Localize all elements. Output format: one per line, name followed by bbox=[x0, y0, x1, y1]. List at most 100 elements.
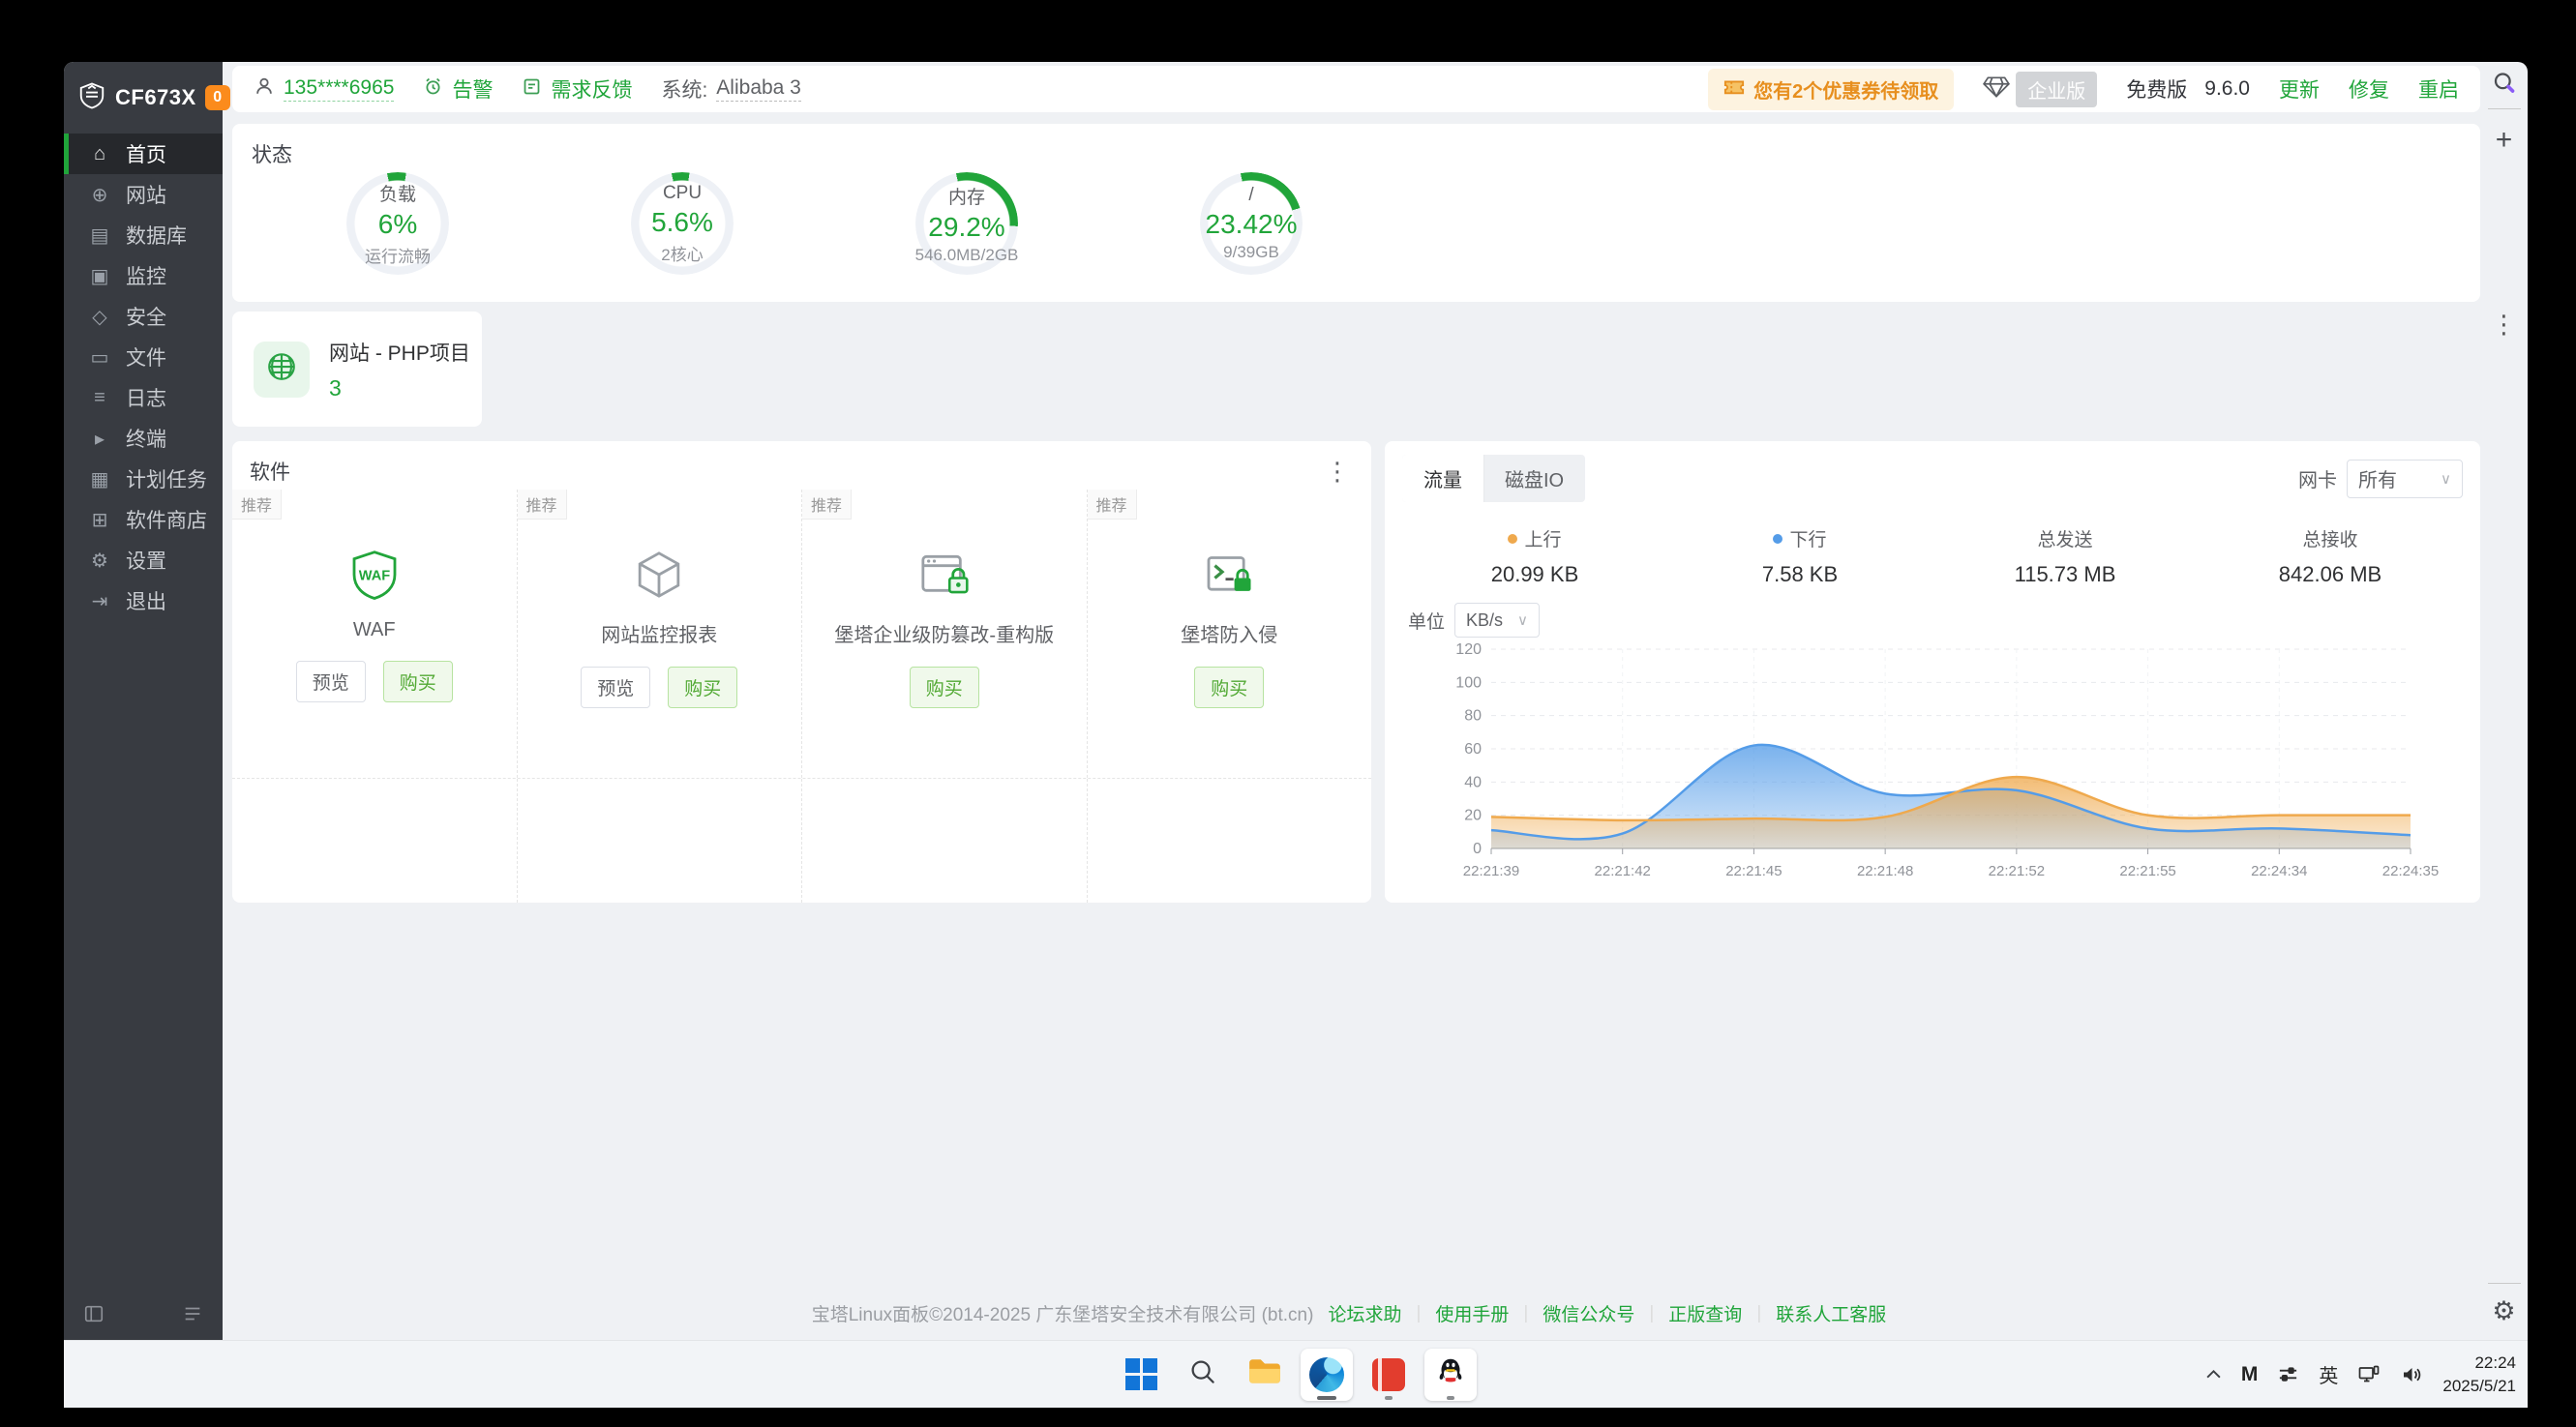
software-item-name: 堡塔企业级防篡改-重构版 bbox=[834, 619, 1054, 647]
site-overview-card[interactable]: 网站 - PHP项目 3 bbox=[232, 312, 482, 427]
user-icon bbox=[254, 75, 275, 103]
sidebar-item-cron[interactable]: ▦计划任务 bbox=[64, 459, 223, 499]
sidebar-item-home[interactable]: ⌂首页 bbox=[64, 134, 223, 174]
software-empty-cell bbox=[802, 779, 1088, 903]
buy-button-1[interactable]: 购买 bbox=[668, 667, 737, 708]
footer-link-separator: | bbox=[1523, 1303, 1528, 1324]
gauge-subtext: 546.0MB/2GB bbox=[915, 246, 1019, 265]
nic-select[interactable]: 所有 ∨ bbox=[2347, 460, 2463, 498]
sidebar-item-database[interactable]: ▤数据库 bbox=[64, 215, 223, 255]
logo-text: CF673X bbox=[115, 85, 196, 110]
gauge-text: CPU5.6%2核心 bbox=[631, 172, 734, 275]
sidebar-item-logout[interactable]: ⇥退出 bbox=[64, 580, 223, 621]
footer-links: 论坛求助|使用手册|微信公众号|正版查询|联系人工客服 bbox=[1313, 1300, 1901, 1326]
gauge-text: 内存29.2%546.0MB/2GB bbox=[915, 172, 1018, 275]
software-empty-cell bbox=[1088, 779, 1372, 903]
search-icon bbox=[1188, 1357, 1217, 1391]
add-icon[interactable]: + bbox=[2496, 126, 2513, 155]
edge-browser-button[interactable] bbox=[1301, 1349, 1353, 1401]
network-display-icon[interactable] bbox=[2357, 1363, 2381, 1386]
logo-row[interactable]: CF673X 0 bbox=[64, 62, 223, 134]
sidebar-item-terminal[interactable]: ▸终端 bbox=[64, 418, 223, 459]
svg-text:120: 120 bbox=[1455, 641, 1482, 658]
tab-traffic[interactable]: 流量 bbox=[1402, 455, 1483, 502]
software-item-buttons: 购买 bbox=[910, 667, 979, 708]
sidebar-item-sites[interactable]: ⊕网站 bbox=[64, 174, 223, 215]
tab-disk-io[interactable]: 磁盘IO bbox=[1483, 455, 1585, 502]
site-card-title: 网站 - PHP项目 bbox=[329, 338, 470, 367]
coupon-text: 您有2个优惠券待领取 bbox=[1753, 75, 1938, 104]
update-button[interactable]: 更新 bbox=[2279, 74, 2320, 104]
repair-button[interactable]: 修复 bbox=[2349, 74, 2389, 104]
tray-settings-sliders-icon[interactable] bbox=[2277, 1363, 2299, 1385]
footer-link-2[interactable]: 微信公众号 bbox=[1543, 1300, 1634, 1326]
rail-divider bbox=[2488, 108, 2521, 109]
software-more-icon[interactable]: ⋮ bbox=[1325, 459, 1350, 484]
ime-language-indicator[interactable]: 英 bbox=[2319, 1360, 2338, 1388]
software-item-1[interactable]: 推荐网站监控报表预览购买 bbox=[518, 490, 803, 778]
site-count[interactable]: 3 bbox=[329, 375, 470, 401]
alert-link[interactable]: 告警 bbox=[423, 74, 493, 104]
feedback-link[interactable]: 需求反馈 bbox=[522, 74, 632, 104]
waf-shield-icon: WAF bbox=[347, 544, 402, 606]
recommend-badge: 推荐 bbox=[802, 490, 852, 520]
system-info[interactable]: 系统: Alibaba 3 bbox=[661, 74, 800, 104]
traffic-stats: 上行20.99 KB下行7.58 KB总发送115.73 MB总接收842.06… bbox=[1402, 525, 2463, 587]
sidebar-item-settings[interactable]: ⚙设置 bbox=[64, 540, 223, 580]
gear-icon[interactable]: ⚙ bbox=[2492, 1296, 2515, 1326]
speaker-icon[interactable] bbox=[2400, 1363, 2423, 1386]
taskbar-search-button[interactable] bbox=[1177, 1349, 1229, 1401]
gauge-label: CPU bbox=[663, 183, 702, 204]
coupon-banner[interactable]: 您有2个优惠券待领取 bbox=[1708, 69, 1954, 110]
dashboard-more-icon[interactable]: ⋮ bbox=[2492, 312, 2517, 337]
sidebar-bottom bbox=[64, 1303, 223, 1340]
stat-value: 115.73 MB bbox=[2015, 562, 2116, 587]
sidebar-item-files[interactable]: ▭文件 bbox=[64, 337, 223, 377]
sidebar-collapse-icon[interactable] bbox=[83, 1303, 105, 1324]
software-item-2[interactable]: 推荐堡塔企业级防篡改-重构版购买 bbox=[802, 490, 1088, 778]
stat-label: 总接收 bbox=[2302, 525, 2357, 551]
svg-text:22:24:35: 22:24:35 bbox=[2382, 863, 2439, 879]
sidebar-item-monitor[interactable]: ▣监控 bbox=[64, 255, 223, 296]
edition-badge-group[interactable]: 企业版 bbox=[1983, 72, 2097, 107]
database-icon: ▤ bbox=[87, 223, 112, 248]
software-item-3[interactable]: 推荐堡塔防入侵购买 bbox=[1088, 490, 1372, 778]
tray-m-app-icon[interactable]: M bbox=[2241, 1363, 2259, 1386]
buy-button-3[interactable]: 购买 bbox=[1194, 667, 1264, 708]
sidebar-item-app-store[interactable]: ⊞软件商店 bbox=[64, 499, 223, 540]
red-document-app-button[interactable] bbox=[1363, 1349, 1415, 1401]
sidebar-item-security[interactable]: ◇安全 bbox=[64, 296, 223, 337]
sidebar-item-logs[interactable]: ≡日志 bbox=[64, 377, 223, 418]
unit-row: 单位 KB/s ∨ bbox=[1402, 603, 2463, 638]
edition-label[interactable]: 免费版 bbox=[2126, 74, 2187, 104]
svg-text:22:21:45: 22:21:45 bbox=[1725, 863, 1782, 879]
globe-icon: ⊕ bbox=[87, 183, 112, 207]
buy-button-0[interactable]: 购买 bbox=[383, 661, 453, 702]
restart-button[interactable]: 重启 bbox=[2418, 74, 2459, 104]
user-account[interactable]: 135****6965 bbox=[254, 75, 394, 103]
sidebar-item-label: 计划任务 bbox=[126, 464, 207, 493]
qq-app-button[interactable] bbox=[1424, 1349, 1477, 1401]
globe-icon bbox=[265, 350, 298, 388]
preview-button-0[interactable]: 预览 bbox=[296, 661, 366, 702]
windows-start-button[interactable] bbox=[1115, 1349, 1167, 1401]
nic-label: 网卡 bbox=[2298, 464, 2337, 492]
taskbar-clock[interactable]: 22:24 2025/5/21 bbox=[2442, 1352, 2516, 1398]
buy-button-2[interactable]: 购买 bbox=[910, 667, 979, 708]
footer-link-0[interactable]: 论坛求助 bbox=[1328, 1300, 1401, 1326]
footer-link-3[interactable]: 正版查询 bbox=[1668, 1300, 1742, 1326]
software-item-0[interactable]: 推荐WAFWAF预览购买 bbox=[232, 490, 518, 778]
svg-text:0: 0 bbox=[1473, 841, 1482, 857]
version-number[interactable]: 9.6.0 bbox=[2204, 77, 2250, 101]
gauge-cpu: CPU5.6%2核心 bbox=[600, 172, 764, 275]
footer-link-1[interactable]: 使用手册 bbox=[1435, 1300, 1509, 1326]
preview-button-1[interactable]: 预览 bbox=[581, 667, 650, 708]
system-prefix: 系统: bbox=[661, 74, 707, 104]
file-explorer-button[interactable] bbox=[1239, 1349, 1291, 1401]
footer-link-4[interactable]: 联系人工客服 bbox=[1776, 1300, 1886, 1326]
sidebar-item-label: 安全 bbox=[126, 302, 166, 331]
search-icon[interactable] bbox=[2491, 70, 2517, 96]
tray-chevron-up-icon[interactable] bbox=[2205, 1369, 2222, 1380]
sidebar-menu-icon[interactable] bbox=[182, 1303, 203, 1324]
unit-select[interactable]: KB/s ∨ bbox=[1454, 603, 1540, 638]
